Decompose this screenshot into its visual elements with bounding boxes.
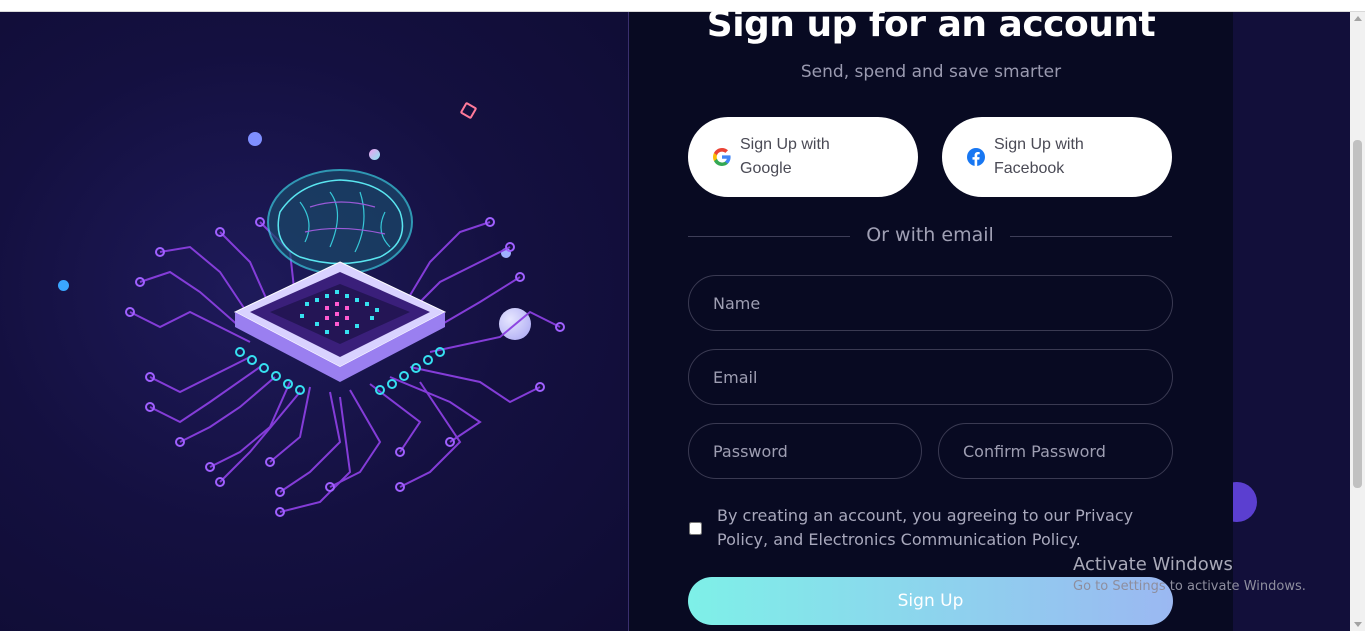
- scroll-thumb[interactable]: [1353, 140, 1362, 488]
- google-signup-button[interactable]: Sign Up with Google: [688, 117, 918, 197]
- terms-text: By creating an account, you agreeing to …: [717, 506, 1134, 549]
- scroll-down-arrow-icon[interactable]: [1354, 622, 1362, 627]
- signup-form-panel: Sign up for an account Send, spend and s…: [628, 4, 1234, 631]
- right-background-panel: [1233, 12, 1350, 631]
- decor-circle-button: [1233, 482, 1257, 522]
- or-divider: Or with email: [688, 224, 1172, 248]
- confirm-password-input[interactable]: [938, 423, 1173, 479]
- facebook-signup-label: Sign Up with Facebook: [994, 136, 1084, 177]
- email-input[interactable]: [688, 349, 1173, 405]
- hero-illustration-panel: [0, 12, 628, 631]
- name-input[interactable]: [688, 275, 1173, 331]
- brain-icon: [267, 169, 413, 275]
- scroll-up-arrow-icon[interactable]: [1354, 16, 1362, 21]
- decor-diamond: [459, 101, 478, 120]
- google-icon: [713, 148, 731, 166]
- password-input[interactable]: [688, 423, 922, 479]
- decor-dot-blue: [248, 132, 262, 146]
- watermark-title: Activate Windows: [1073, 554, 1233, 575]
- decor-dot-cyan: [58, 280, 69, 291]
- chip-icon: [233, 261, 447, 395]
- divider-line-right: [1010, 236, 1172, 237]
- terms-checkbox[interactable]: [689, 522, 702, 535]
- facebook-signup-button[interactable]: Sign Up with Facebook: [942, 117, 1172, 197]
- watermark-subtitle: Go to Settings to activate Windows.: [1073, 579, 1306, 594]
- ai-chip-brain-illustration: [125, 169, 565, 517]
- windows-activation-watermark: Activate Windows Go to Settings to activ…: [1073, 554, 1306, 594]
- facebook-icon: [967, 148, 985, 166]
- page-title: Sign up for an account: [706, 4, 1156, 45]
- google-signup-label: Sign Up with Google: [740, 136, 830, 177]
- page-subtitle: Send, spend and save smarter: [800, 62, 1062, 82]
- divider-text: Or with email: [866, 224, 994, 246]
- page-scrollbar[interactable]: [1350, 12, 1365, 631]
